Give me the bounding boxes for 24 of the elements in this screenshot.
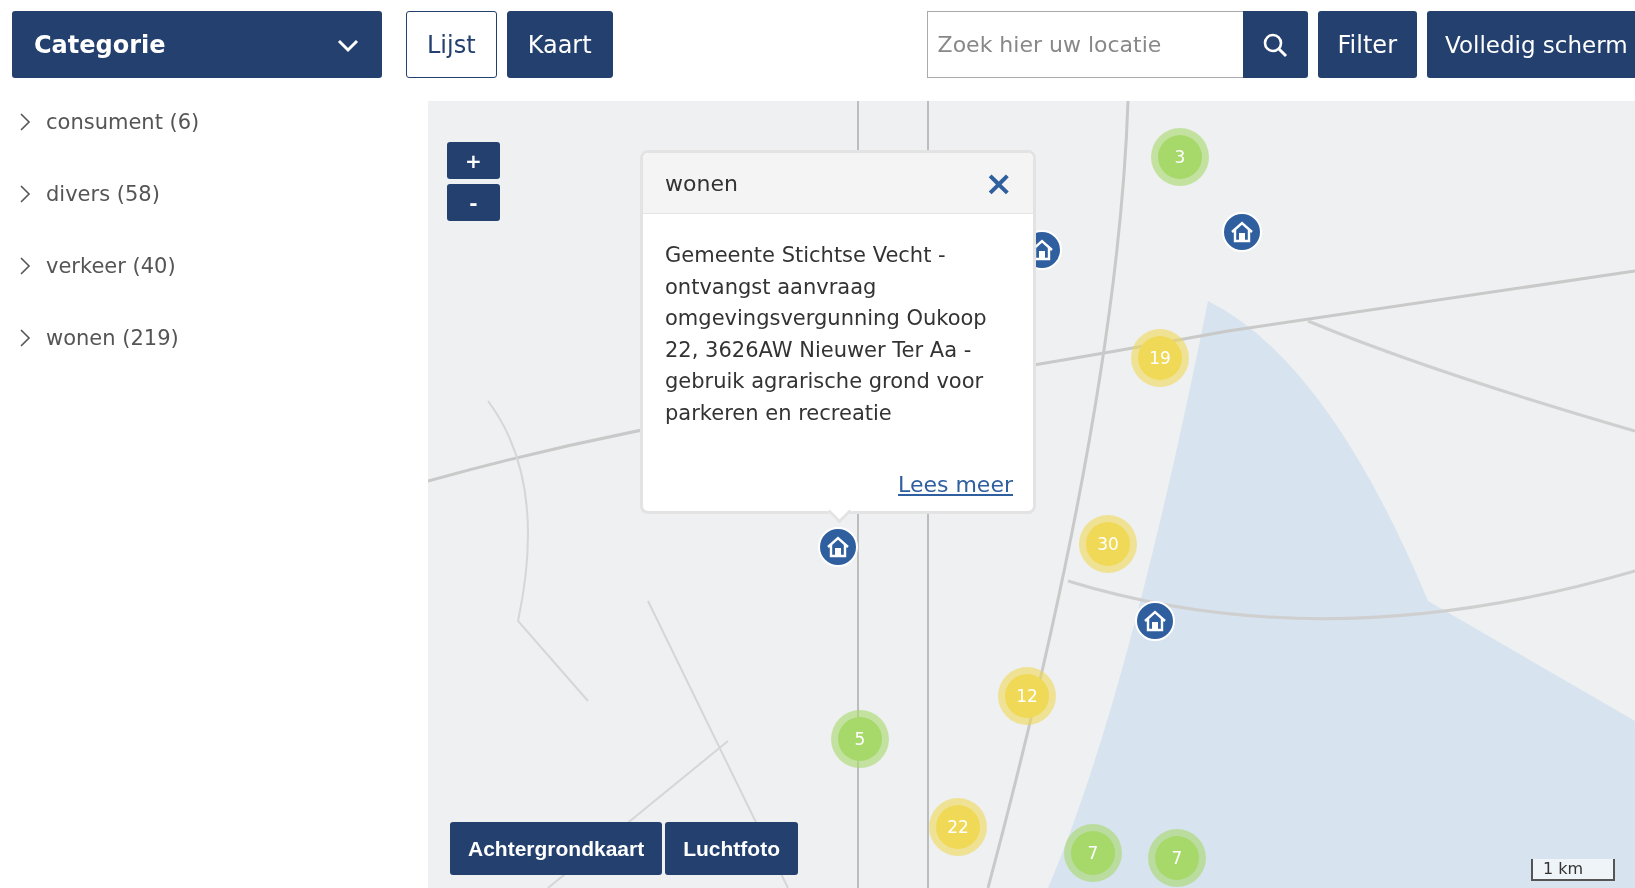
map-layer-button[interactable]: Luchtfoto <box>665 822 798 875</box>
scale-bar: 1 km <box>1531 859 1615 881</box>
popup-title: wonen <box>665 170 738 196</box>
house-marker-icon[interactable] <box>1222 212 1262 252</box>
category-item[interactable]: divers (58) <box>46 182 160 206</box>
fullscreen-button[interactable]: Volledig scherm <box>1427 11 1635 78</box>
map-layer-button[interactable]: Achtergrondkaart <box>450 822 663 875</box>
category-item[interactable]: verkeer (40) <box>46 254 176 278</box>
house-marker-icon[interactable] <box>818 527 858 567</box>
filter-button[interactable]: Filter <box>1317 11 1417 78</box>
search-field[interactable]: Zoek hier uw locatie <box>926 11 1243 78</box>
view-tab[interactable]: Lijst <box>406 11 497 78</box>
close-button[interactable]: × <box>984 166 1013 200</box>
zoom-out-button[interactable]: - <box>447 184 500 221</box>
zoom-in-button[interactable]: + <box>447 142 500 179</box>
read-more-link[interactable]: Lees meer <box>898 472 1013 497</box>
search-icon <box>1262 31 1289 58</box>
view-tab[interactable]: Kaart <box>506 11 613 78</box>
popup-text: Gemeente Stichtse Vecht - ontvangst aanvraag omgevingsvergunning Oukoop 22, 3626AW Nieuwer Ter Aa - gebruik agrarische grond voor parkeren en recreatie <box>664 242 988 427</box>
category-item[interactable]: consument (6) <box>46 110 200 134</box>
house-marker-icon[interactable] <box>1135 601 1175 641</box>
category-dropdown[interactable]: Categorie <box>12 11 382 78</box>
category-item[interactable]: wonen (219) <box>46 326 179 350</box>
search-button[interactable] <box>1242 11 1308 78</box>
